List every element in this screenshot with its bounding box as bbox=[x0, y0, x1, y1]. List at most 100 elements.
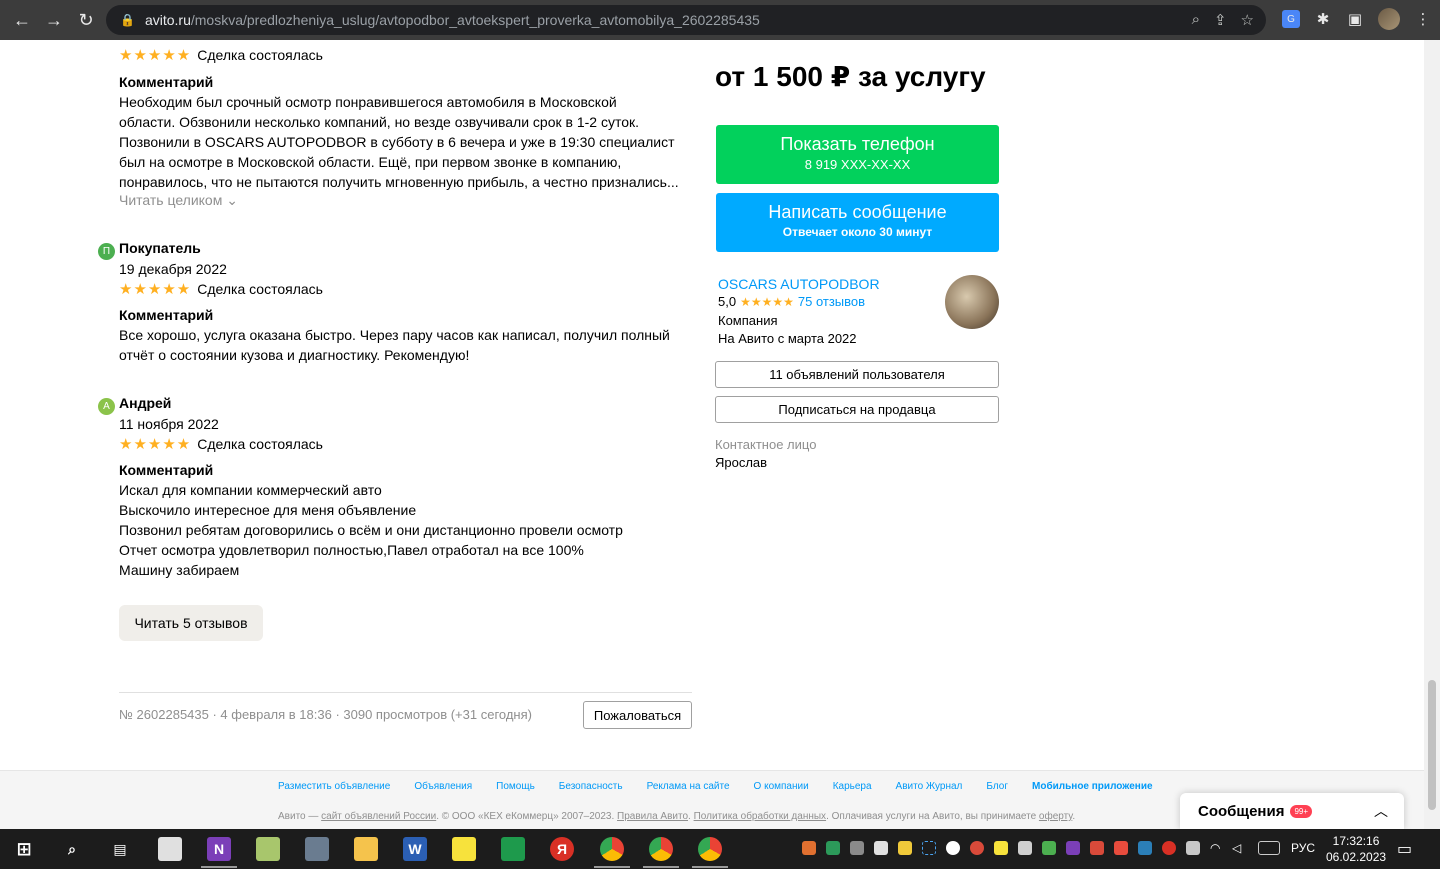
review-line: отчёт о состоянии кузова и диагностику. … bbox=[119, 347, 470, 363]
seller-type: Компания bbox=[718, 313, 778, 328]
footer-link[interactable]: Реклама на сайте bbox=[647, 781, 730, 792]
forward-icon[interactable]: → bbox=[38, 4, 70, 36]
tray-icon[interactable] bbox=[1114, 841, 1128, 855]
sheets-icon[interactable] bbox=[501, 837, 525, 861]
tray-icon[interactable] bbox=[1090, 841, 1104, 855]
notes-app-icon[interactable] bbox=[256, 837, 280, 861]
tray-icon[interactable] bbox=[1162, 841, 1176, 855]
address-bar[interactable]: 🔒 avito.ru/moskva/predlozheniya_uslug/av… bbox=[106, 5, 1266, 35]
tray-icon[interactable] bbox=[1042, 841, 1056, 855]
notepad-icon[interactable] bbox=[158, 837, 182, 861]
task-view-icon[interactable]: ▤ bbox=[108, 837, 132, 861]
review-line: Все хорошо, услуга оказана быстро. Через… bbox=[119, 327, 670, 343]
tray-icon[interactable] bbox=[1018, 841, 1032, 855]
footer-copyright: Авито — сайт объявлений России. © ООО «К… bbox=[278, 811, 1076, 822]
bookmark-star-icon[interactable]: ☆ bbox=[1241, 11, 1254, 29]
menu-icon[interactable]: ⋮ bbox=[1414, 10, 1432, 28]
tray-icon[interactable] bbox=[922, 841, 936, 855]
review-line: Искал для компании коммерческий авто bbox=[119, 482, 382, 498]
reload-icon[interactable]: ↻ bbox=[70, 4, 102, 36]
seller-avatar[interactable] bbox=[945, 275, 999, 329]
tray-icon[interactable] bbox=[802, 841, 816, 855]
response-time: Отвечает около 30 минут bbox=[782, 225, 933, 239]
tray-icon[interactable] bbox=[850, 841, 864, 855]
app-icon[interactable] bbox=[305, 837, 329, 861]
zoom-icon[interactable]: ⌕ bbox=[1192, 11, 1200, 29]
volume-icon[interactable]: ◁ bbox=[1232, 841, 1246, 855]
windows-start-icon[interactable]: ⊞ bbox=[12, 837, 36, 861]
rating-stars: ★★★★★ bbox=[119, 436, 192, 453]
clock[interactable]: 17:32:16 06.02.2023 bbox=[1326, 833, 1386, 865]
footer-link[interactable]: Карьера bbox=[833, 781, 872, 792]
yandex-icon[interactable]: Я bbox=[550, 837, 574, 861]
seller-name-link[interactable]: OSCARS AUTOPODBOR bbox=[718, 276, 880, 292]
footer-links: Разместить объявление Объявления Помощь … bbox=[278, 781, 1153, 792]
battery-icon[interactable] bbox=[1186, 841, 1200, 855]
read-full-link[interactable]: Читать целиком ⌄ bbox=[119, 192, 699, 209]
author-name: Покупатель bbox=[119, 240, 201, 256]
tray-icon[interactable] bbox=[970, 841, 984, 855]
tray-icon[interactable] bbox=[898, 841, 912, 855]
notification-icon[interactable]: ▭ bbox=[1397, 839, 1412, 859]
share-icon[interactable]: ⇪ bbox=[1214, 11, 1227, 29]
chevron-up-icon[interactable]: ︿ bbox=[1374, 801, 1388, 821]
profile-avatar[interactable] bbox=[1378, 8, 1400, 30]
tray-icon[interactable] bbox=[1066, 841, 1080, 855]
back-icon[interactable]: ← bbox=[6, 4, 38, 36]
complain-button[interactable]: Пожаловаться bbox=[583, 701, 692, 729]
search-icon[interactable]: ⌕ bbox=[60, 837, 84, 861]
footer-link-mobile-app[interactable]: Мобильное приложение bbox=[1032, 781, 1153, 792]
tray-icon[interactable] bbox=[946, 841, 960, 855]
url-text: avito.ru/moskva/predlozheniya_uslug/avto… bbox=[144, 12, 760, 28]
footer-link[interactable]: Правила Авито bbox=[617, 811, 688, 822]
author-name: Андрей bbox=[119, 395, 172, 411]
tray-icon[interactable] bbox=[994, 841, 1008, 855]
review-item: ★★★★★ Сделка состоялась Комментарий Необх… bbox=[119, 46, 699, 209]
user-ads-button[interactable]: 11 объявлений пользователя bbox=[715, 361, 999, 388]
review-line: Машину забираем bbox=[119, 562, 240, 578]
comment-title: Комментарий bbox=[119, 462, 214, 478]
taskbar: ⊞ ⌕ ▤ N W Я ◠ ◁ РУС 17:32:16 06.02.2023 … bbox=[0, 829, 1440, 869]
tray-icon[interactable] bbox=[874, 841, 888, 855]
sticky-notes-icon[interactable] bbox=[452, 837, 476, 861]
footer-link[interactable]: сайт объявлений России bbox=[321, 811, 436, 822]
footer-link[interactable]: Авито Журнал bbox=[896, 781, 963, 792]
reviews-link[interactable]: 75 отзывов bbox=[798, 294, 865, 309]
comment-title: Комментарий bbox=[119, 307, 214, 323]
messages-widget[interactable]: Сообщения 99+ ︿ bbox=[1180, 793, 1404, 829]
deal-status: Сделка состоялась bbox=[197, 281, 323, 297]
page-scrollbar[interactable] bbox=[1424, 40, 1440, 829]
footer-link[interactable]: Блог bbox=[986, 781, 1008, 792]
author-avatar: П bbox=[98, 243, 115, 260]
onenote-icon[interactable]: N bbox=[207, 837, 231, 861]
footer-link[interactable]: О компании bbox=[754, 781, 809, 792]
word-icon[interactable]: W bbox=[403, 837, 427, 861]
side-panel-icon[interactable]: ▣ bbox=[1346, 10, 1364, 28]
rating-stars: ★★★★★ bbox=[119, 281, 192, 298]
scroll-thumb[interactable] bbox=[1428, 680, 1436, 810]
file-explorer-icon[interactable] bbox=[354, 837, 378, 861]
keyboard-icon[interactable] bbox=[1258, 841, 1280, 855]
footer-link[interactable]: Разместить объявление bbox=[278, 781, 390, 792]
wifi-icon[interactable]: ◠ bbox=[1210, 841, 1224, 855]
chrome-icon[interactable] bbox=[698, 837, 722, 861]
rating-stars: ★★★★★ bbox=[740, 294, 794, 309]
chrome-icon[interactable] bbox=[600, 837, 624, 861]
footer-link[interactable]: Объявления bbox=[414, 781, 472, 792]
tray-icon[interactable] bbox=[1138, 841, 1152, 855]
footer-link[interactable]: Помощь bbox=[496, 781, 535, 792]
footer-link[interactable]: Безопасность bbox=[559, 781, 623, 792]
read-reviews-button[interactable]: Читать 5 отзывов bbox=[119, 605, 263, 641]
footer-link[interactable]: Политика обработки данных bbox=[694, 811, 826, 822]
translate-icon[interactable]: G bbox=[1282, 10, 1300, 28]
language-indicator[interactable]: РУС bbox=[1291, 841, 1315, 855]
review-line: Позвонили в OSCARS AUTOPODBOR в субботу … bbox=[119, 134, 675, 150]
write-message-button[interactable]: Написать сообщение Отвечает около 30 мин… bbox=[716, 193, 999, 252]
show-phone-button[interactable]: Показать телефон 8 919 XXX-XX-XX bbox=[716, 125, 999, 184]
price: от 1 500 ₽ за услугу bbox=[715, 61, 986, 92]
chrome-icon[interactable] bbox=[649, 837, 673, 861]
footer-link[interactable]: оферту bbox=[1039, 811, 1072, 822]
tray-icon[interactable] bbox=[826, 841, 840, 855]
extensions-icon[interactable]: ✱ bbox=[1314, 10, 1332, 28]
subscribe-button[interactable]: Подписаться на продавца bbox=[715, 396, 999, 423]
